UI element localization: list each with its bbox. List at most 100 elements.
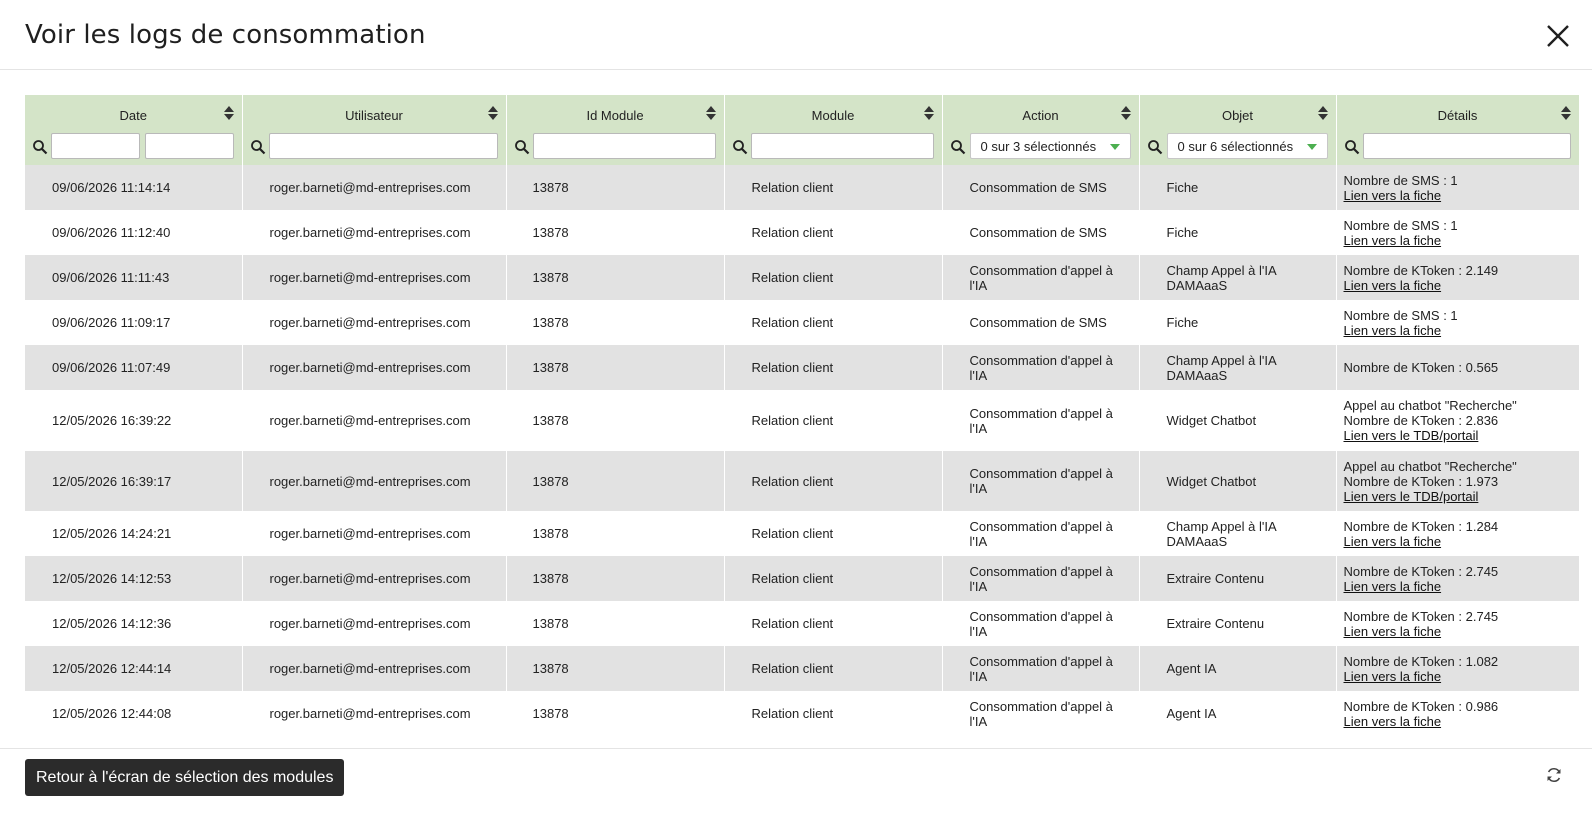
details-link[interactable]: Lien vers la fiche: [1344, 534, 1571, 549]
details-line: Appel au chatbot "Recherche": [1343, 458, 1517, 474]
cell-details: Nombre de KToken : 1.284 Lien vers la fic…: [1336, 511, 1579, 556]
column-header-utilisateur[interactable]: Utilisateur: [242, 95, 507, 131]
modal-title: Voir les logs de consommation: [25, 20, 426, 50]
cell-id-module: 13878: [506, 390, 725, 451]
cell-objet: Champ Appel à l'IA DAMAaaS: [1139, 345, 1337, 390]
search-icon: [1147, 140, 1162, 155]
details-filter-input[interactable]: [1362, 133, 1571, 159]
table-row: 12/05/2026 12:44:08 roger.barneti@md-entr…: [25, 691, 1579, 736]
cell-user: roger.barneti@md-entreprises.com: [242, 345, 507, 390]
sort-icon[interactable]: [1317, 106, 1328, 120]
details-link[interactable]: Lien vers la fiche: [1344, 669, 1571, 684]
close-icon[interactable]: [1544, 22, 1572, 50]
search-icon: [514, 140, 529, 155]
search-icon: [1344, 140, 1359, 155]
cell-objet: Fiche: [1139, 165, 1337, 210]
details-link[interactable]: Lien vers le TDB/portail: [1344, 428, 1571, 443]
cell-date: 12/05/2026 12:44:14: [25, 646, 243, 691]
sort-icon[interactable]: [223, 106, 234, 120]
action-filter-selected: 0 sur 3 sélectionnés: [980, 139, 1097, 154]
sort-icon[interactable]: [487, 106, 498, 120]
sort-icon[interactable]: [705, 106, 716, 120]
cell-user: roger.barneti@md-entreprises.com: [242, 601, 507, 646]
details-link[interactable]: Lien vers la fiche: [1344, 624, 1571, 639]
column-header-id-module[interactable]: Id Module: [506, 95, 725, 131]
cell-module: Relation client: [724, 556, 943, 601]
details-link[interactable]: Lien vers le TDB/portail: [1344, 489, 1571, 504]
column-header-details[interactable]: Détails: [1336, 95, 1579, 131]
id-module-filter-input[interactable]: [532, 133, 716, 159]
details-link[interactable]: Lien vers la fiche: [1344, 188, 1571, 203]
cell-action: Consommation d'appel à l'IA: [942, 451, 1140, 511]
filter-row: 0 sur 3 sélectionnés 0 sur 6 sélectionnés: [25, 131, 1579, 165]
chevron-down-icon: [1306, 144, 1317, 150]
cell-action: Consommation d'appel à l'IA: [942, 556, 1140, 601]
sort-icon[interactable]: [1120, 106, 1131, 120]
back-to-modules-button[interactable]: Retour à l'écran de sélection des module…: [25, 759, 345, 796]
column-header-action[interactable]: Action: [942, 95, 1140, 131]
cell-user: roger.barneti@md-entreprises.com: [242, 210, 507, 255]
cell-action: Consommation d'appel à l'IA: [942, 646, 1140, 691]
cell-user: roger.barneti@md-entreprises.com: [242, 165, 507, 210]
column-header-module[interactable]: Module: [724, 95, 943, 131]
details-link[interactable]: Lien vers la fiche: [1344, 233, 1571, 248]
details-line: Nombre de KToken : 0.565: [1343, 360, 1499, 375]
details-link[interactable]: Lien vers la fiche: [1344, 579, 1571, 594]
cell-action: Consommation de SMS: [942, 165, 1140, 210]
details-link[interactable]: Lien vers la fiche: [1344, 278, 1571, 293]
cell-action: Consommation d'appel à l'IA: [942, 511, 1140, 556]
sort-icon[interactable]: [1560, 106, 1571, 120]
details-line: Nombre de KToken : 2.745: [1343, 608, 1499, 624]
table-row: 12/05/2026 16:39:17 roger.barneti@md-entr…: [25, 451, 1579, 511]
cell-user: roger.barneti@md-entreprises.com: [242, 556, 507, 601]
cell-action: Consommation de SMS: [942, 210, 1140, 255]
table-body: 09/06/2026 11:14:14 roger.barneti@md-entr…: [25, 165, 1579, 736]
date-to-input[interactable]: [145, 133, 234, 159]
cell-details: Nombre de KToken : 2.745 Lien vers la fic…: [1336, 601, 1579, 646]
module-filter-input[interactable]: [750, 133, 934, 159]
logs-table: Date Utilisateur Id Module Module Action Obje…: [25, 95, 1579, 736]
action-filter-select[interactable]: 0 sur 3 sélectionnés: [969, 133, 1131, 159]
details-link[interactable]: Lien vers la fiche: [1344, 714, 1571, 729]
details-line: Nombre de KToken : 0.986: [1343, 698, 1499, 714]
column-header-label: Détails: [1437, 107, 1478, 123]
column-header-date[interactable]: Date: [25, 95, 243, 131]
cell-objet: Fiche: [1139, 300, 1337, 345]
cell-module: Relation client: [724, 451, 943, 511]
details-line: Nombre de KToken : 1.973: [1343, 473, 1499, 489]
refresh-icon[interactable]: [1545, 766, 1563, 784]
cell-objet: Champ Appel à l'IA DAMAaaS: [1139, 511, 1337, 556]
table-row: 12/05/2026 12:44:14 roger.barneti@md-entr…: [25, 646, 1579, 691]
details-link[interactable]: Lien vers la fiche: [1344, 323, 1571, 338]
column-header-objet[interactable]: Objet: [1139, 95, 1337, 131]
utilisateur-filter-input[interactable]: [268, 133, 498, 159]
modal-header: Voir les logs de consommation: [0, 0, 1592, 70]
details-line: Nombre de KToken : 1.284: [1343, 518, 1499, 534]
table-row: 09/06/2026 11:09:17 roger.barneti@md-entr…: [25, 300, 1579, 345]
cell-module: Relation client: [724, 511, 943, 556]
objet-filter-select[interactable]: 0 sur 6 sélectionnés: [1166, 133, 1328, 159]
cell-details: Nombre de SMS : 1 Lien vers la fiche: [1336, 300, 1579, 345]
filter-objet: 0 sur 6 sélectionnés: [1139, 131, 1337, 165]
column-header-label: Module: [811, 107, 855, 123]
cell-action: Consommation d'appel à l'IA: [942, 601, 1140, 646]
cell-user: roger.barneti@md-entreprises.com: [242, 300, 507, 345]
cell-action: Consommation d'appel à l'IA: [942, 255, 1140, 300]
cell-date: 09/06/2026 11:07:49: [25, 345, 243, 390]
date-from-input[interactable]: [51, 133, 140, 159]
filter-id-module: [506, 131, 725, 165]
modal-footer: Retour à l'écran de sélection des module…: [0, 748, 1592, 815]
logs-table-container: Date Utilisateur Id Module Module Action Obje…: [25, 95, 1579, 738]
cell-details: Nombre de KToken : 0.986 Lien vers la fic…: [1336, 691, 1579, 736]
cell-id-module: 13878: [506, 601, 725, 646]
cell-id-module: 13878: [506, 646, 725, 691]
cell-date: 09/06/2026 11:14:14: [25, 165, 243, 210]
cell-module: Relation client: [724, 345, 943, 390]
cell-details: Appel au chatbot "Recherche" Nombre de KT…: [1336, 390, 1579, 451]
sort-icon[interactable]: [923, 106, 934, 120]
cell-date: 12/05/2026 16:39:22: [25, 390, 243, 451]
cell-details: Nombre de KToken : 1.082 Lien vers la fic…: [1336, 646, 1579, 691]
cell-id-module: 13878: [506, 165, 725, 210]
chevron-down-icon: [1109, 144, 1120, 150]
cell-module: Relation client: [724, 255, 943, 300]
